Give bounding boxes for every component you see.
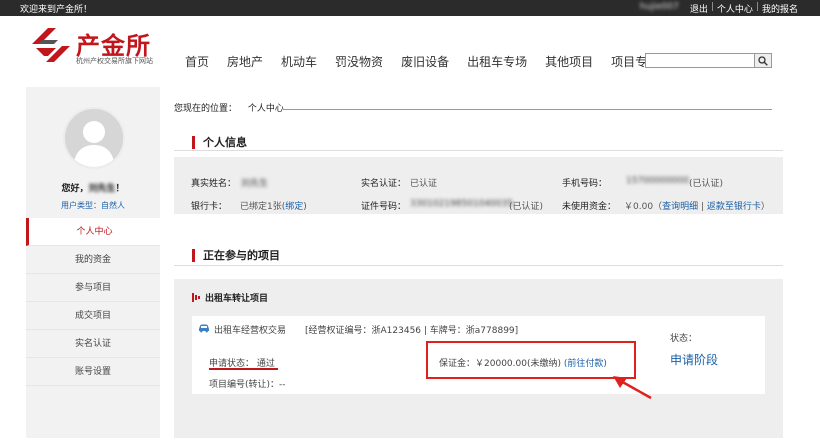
status-stage: 申请阶段 xyxy=(670,353,719,367)
sidebar-menu: 个人中心 我的资金 参与项目 成交项目 实名认证 账号设置 xyxy=(26,218,160,386)
verify-value: 已认证 xyxy=(410,179,438,189)
sidebar-item-closed-deals[interactable]: 成交项目 xyxy=(26,302,160,330)
unused-funds-amount: ￥0.00 xyxy=(624,202,654,212)
sidebar-item-account-settings[interactable]: 账号设置 xyxy=(26,358,160,386)
project-code: 项目编号(转让)：-- xyxy=(209,377,286,390)
license-info: [经营权证编号：浙A123456 | 车牌号：浙a778899] xyxy=(305,326,519,336)
site-logo[interactable]: 产金所 杭州产权交易所旗下网站 xyxy=(28,26,188,66)
sidebar-item-joined-projects[interactable]: 参与项目 xyxy=(26,274,160,302)
username: hujie007 xyxy=(639,2,679,12)
flag-icon xyxy=(192,293,200,302)
phone-status: (已认证) xyxy=(689,179,724,189)
arrow-icon xyxy=(613,376,652,400)
logout-link[interactable]: 退出 xyxy=(690,2,708,15)
unused-funds-label: 未使用资金： xyxy=(562,202,617,212)
refund-to-card-link[interactable]: 返款至银行卡 xyxy=(707,202,761,212)
main-nav: 首页 房地产 机动车 罚没物资 废旧设备 出租车专场 其他项目 项目专场 xyxy=(185,53,677,70)
query-details-link[interactable]: 查询明细 xyxy=(662,202,698,212)
personal-center-link[interactable]: 个人中心 xyxy=(717,2,753,15)
car-icon xyxy=(199,324,209,333)
sidebar-item-my-funds[interactable]: 我的资金 xyxy=(26,246,160,274)
nav-item-scrap-equipment[interactable]: 废旧设备 xyxy=(401,53,449,70)
bank-card-label: 银行卡： xyxy=(191,202,228,212)
user-avatar-icon xyxy=(65,109,123,167)
greeting-name: 刘先生 xyxy=(88,184,116,194)
user-type: 用户类型：自然人 xyxy=(26,200,160,211)
breadcrumb: 您现在的位置： 个人中心 xyxy=(174,101,284,114)
logo-mark-icon xyxy=(32,28,70,62)
id-number-label: 证件号码： xyxy=(361,202,407,212)
section-divider xyxy=(174,150,783,151)
section-title-personal-info: 个人信息 xyxy=(192,136,247,149)
project-code-value: -- xyxy=(279,380,286,390)
separator: | xyxy=(710,2,714,12)
project-name[interactable]: 出租车经营权交易 xyxy=(214,323,286,336)
greeting-prefix: 您好， xyxy=(61,184,89,194)
search-icon xyxy=(758,55,768,66)
verify-label: 实名认证： xyxy=(361,179,407,189)
nav-item-home[interactable]: 首页 xyxy=(185,53,209,70)
my-signup-link[interactable]: 我的报名 xyxy=(762,2,798,15)
breadcrumb-divider xyxy=(284,109,772,110)
nav-item-real-estate[interactable]: 房地产 xyxy=(227,53,263,70)
project-code-label: 项目编号(转让)： xyxy=(209,380,280,390)
unused-funds-value: ￥0.00（查询明细 | 返款至银行卡） xyxy=(624,202,770,212)
avatar xyxy=(63,107,125,169)
status-label: 状态： xyxy=(670,334,698,344)
sidebar-item-verification[interactable]: 实名认证 xyxy=(26,330,160,358)
bank-card-value: 已绑定1张(绑定) xyxy=(240,202,307,212)
section-divider xyxy=(174,265,783,266)
real-name-label: 真实姓名： xyxy=(191,179,237,189)
search-button[interactable] xyxy=(754,53,772,68)
user-type-value: 自然人 xyxy=(101,201,125,210)
welcome-text: 欢迎来到产金所！ xyxy=(20,5,93,15)
sidebar: 您好，刘先生！ 用户类型：自然人 个人中心 我的资金 参与项目 成交项目 实名认… xyxy=(26,87,160,438)
real-name-value: 刘先生 xyxy=(241,179,269,189)
bind-card-link[interactable]: 绑定 xyxy=(285,202,303,212)
phone-label: 手机号码： xyxy=(562,179,608,189)
top-links: hujie007 退出 | 个人中心 | 我的报名 xyxy=(640,2,798,15)
user-type-label: 用户类型： xyxy=(61,201,101,210)
sidebar-item-personal-center[interactable]: 个人中心 xyxy=(26,218,160,246)
id-number-status: (已认证) xyxy=(509,202,544,212)
phone-value: 15700000000 xyxy=(626,176,689,186)
personal-info-panel: 真实姓名： 刘先生 实名认证： 已认证 手机号码： 15700000000 (已… xyxy=(174,157,783,214)
nav-item-confiscated[interactable]: 罚没物资 xyxy=(335,53,383,70)
nav-item-vehicles[interactable]: 机动车 xyxy=(281,53,317,70)
nav-item-taxi[interactable]: 出租车专场 xyxy=(467,53,527,70)
separator: | xyxy=(755,2,759,12)
bank-card-count: 已绑定1张 xyxy=(240,202,282,212)
project-category-label: 出租车转让项目 xyxy=(205,294,269,304)
apply-status-underline xyxy=(209,368,278,370)
breadcrumb-label: 您现在的位置： xyxy=(174,104,238,114)
logo-subtitle: 杭州产权交易所旗下网站 xyxy=(76,57,153,65)
project-category: 出租车转让项目 xyxy=(192,291,268,304)
search-input[interactable] xyxy=(645,53,755,68)
greeting-suffix: ！ xyxy=(115,184,125,194)
section-title-projects: 正在参与的项目 xyxy=(192,249,280,262)
top-bar: 欢迎来到产金所！ hujie007 退出 | 个人中心 | 我的报名 xyxy=(0,0,820,16)
id-number-value: 330102198501040035 xyxy=(410,199,514,209)
nav-item-other[interactable]: 其他项目 xyxy=(545,53,593,70)
greeting: 您好，刘先生！ xyxy=(26,181,160,194)
search-box xyxy=(645,53,772,68)
breadcrumb-current: 个人中心 xyxy=(247,104,284,114)
